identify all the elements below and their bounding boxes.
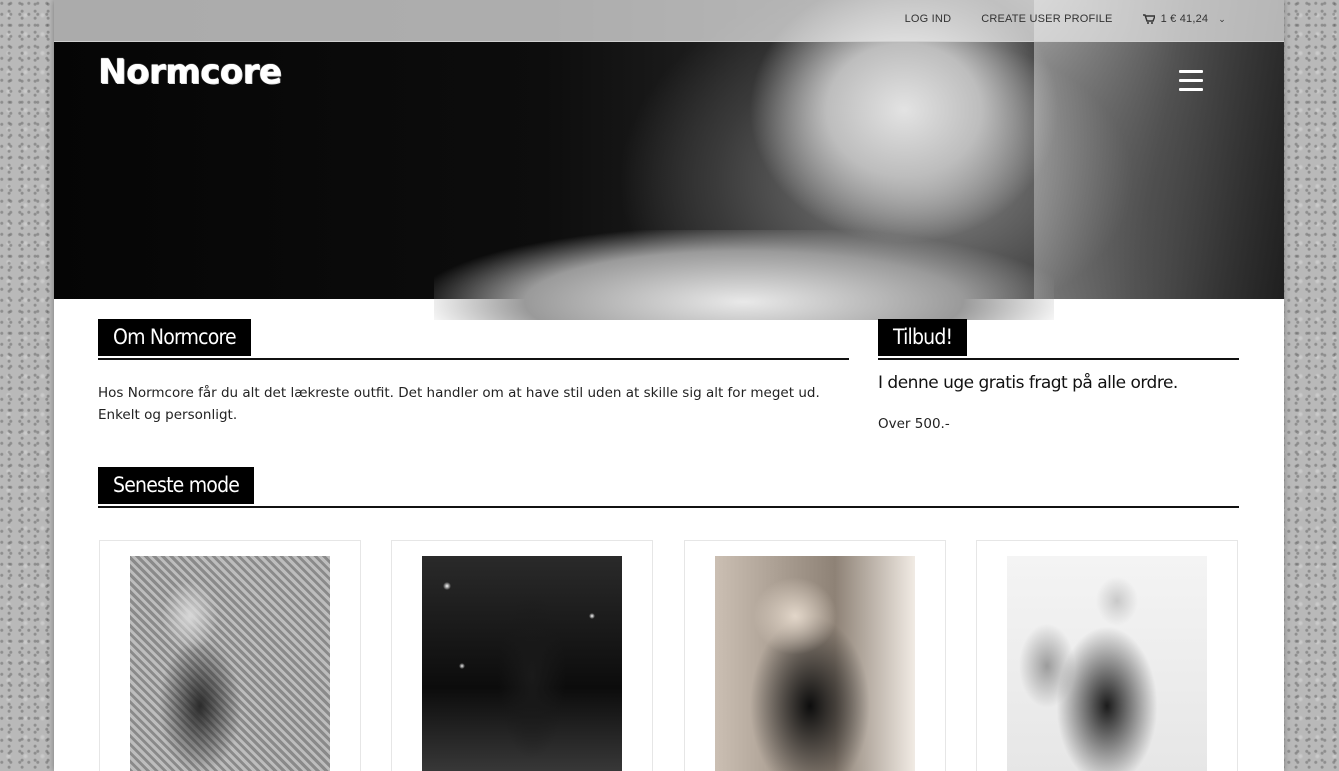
- about-heading: Om Normcore: [98, 319, 849, 360]
- cart-summary: 1 € 41,24: [1160, 13, 1209, 25]
- page: LOG IND CREATE USER PROFILE 1 € 41,24 ⌄ …: [54, 0, 1284, 771]
- chevron-down-icon: ⌄: [1218, 13, 1226, 24]
- cart-icon: [1142, 14, 1155, 24]
- product-card[interactable]: [684, 540, 946, 771]
- about-text: Hos Normcore får du alt det lækreste out…: [98, 385, 820, 423]
- hero-banner: [54, 0, 1284, 320]
- hamburger-menu-icon[interactable]: [1179, 70, 1203, 91]
- latest-title: Seneste mode: [98, 467, 255, 504]
- product-image[interactable]: [422, 556, 622, 771]
- login-link[interactable]: LOG IND: [905, 13, 952, 25]
- product-card[interactable]: [391, 540, 653, 771]
- top-nav: LOG IND CREATE USER PROFILE 1 € 41,24 ⌄: [905, 13, 1226, 25]
- about-title: Om Normcore: [98, 319, 251, 356]
- offer-heading: Tilbud!: [878, 319, 1239, 360]
- site-logo[interactable]: Normcore: [98, 52, 282, 92]
- product-image[interactable]: [715, 556, 915, 771]
- product-card[interactable]: [99, 540, 361, 771]
- product-image[interactable]: [130, 556, 330, 771]
- offer-threshold: Over 500.-: [878, 416, 950, 432]
- offer-title: Tilbud!: [878, 319, 968, 356]
- create-profile-link[interactable]: CREATE USER PROFILE: [981, 13, 1112, 25]
- product-card[interactable]: [976, 540, 1238, 771]
- offer-text: I denne uge gratis fragt på alle ordre.: [878, 373, 1178, 393]
- cart-dropdown[interactable]: 1 € 41,24 ⌄: [1142, 13, 1226, 25]
- latest-heading: Seneste mode: [98, 467, 1239, 508]
- top-bar: LOG IND CREATE USER PROFILE 1 € 41,24 ⌄: [54, 0, 1284, 42]
- product-image[interactable]: [1007, 556, 1207, 771]
- hero-image-detail: [434, 230, 1054, 320]
- hero-image-detail: [1034, 0, 1284, 299]
